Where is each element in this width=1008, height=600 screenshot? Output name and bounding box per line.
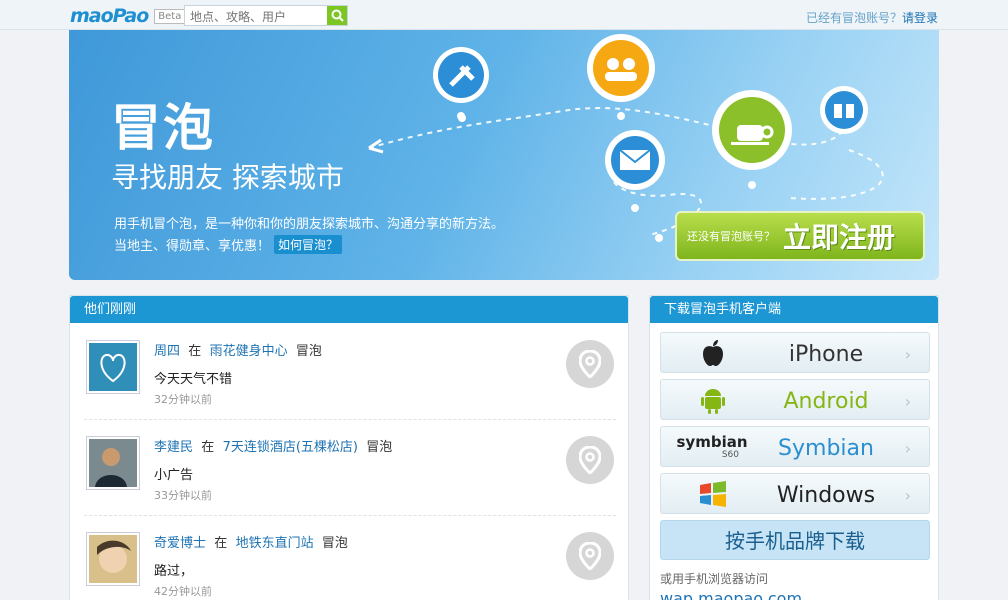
top-bar: maoPao Beta 已经有冒泡账号？请登录 <box>0 0 1008 30</box>
location-pin-icon[interactable] <box>566 436 614 484</box>
avatar[interactable] <box>86 436 140 490</box>
download-panel: 下载冒泡手机客户端 iPhone › Android › symbian S60… <box>649 295 939 600</box>
feed-user[interactable]: 李建民 <box>154 440 193 455</box>
feed-message: 路过， <box>154 564 194 579</box>
action-word: 冒泡 <box>295 344 322 359</box>
chevron-right-icon: › <box>904 392 911 411</box>
chevron-right-icon: › <box>904 439 911 458</box>
logo[interactable]: maoPao Beta <box>70 5 186 27</box>
chevron-right-icon: › <box>904 345 911 364</box>
login-prompt: 已经有冒泡账号？ <box>805 11 902 25</box>
location-pin-icon[interactable] <box>566 532 614 580</box>
feed-user[interactable]: 奇爱博士 <box>154 536 206 551</box>
how-to-link[interactable]: 如何冒泡？ <box>274 235 343 254</box>
feed-message: 小广告 <box>154 468 194 483</box>
feed-place[interactable]: 7天连锁酒店(五棵松店) <box>223 440 358 455</box>
feed-place[interactable]: 雨花健身中心 <box>210 344 288 359</box>
download-heading: 下载冒泡手机客户端 <box>650 296 938 323</box>
feed-line: 奇爱博士 在 地铁东直门站 冒泡 <box>154 532 348 551</box>
feed-item: 周四 在 雨花健身中心 冒泡 今天天气不错 32分钟以前 <box>84 324 616 420</box>
banner-description: 用手机冒个泡，是一种你和你的朋友探索城市、沟通分享的新方法。 <box>114 217 505 232</box>
feed-item: 奇爱博士 在 地铁东直门站 冒泡 路过， 42分钟以前 <box>84 516 616 600</box>
action-word: 冒泡 <box>321 536 348 551</box>
banner-title: 冒泡 <box>111 99 215 157</box>
wap-url-link[interactable]: wap.maopao.com <box>660 589 802 600</box>
search-box <box>184 5 348 27</box>
feed-message: 今天天气不错 <box>154 372 233 387</box>
feed-time: 42分钟以前 <box>154 585 212 598</box>
platform-label: Windows <box>776 483 876 508</box>
download-windows-button[interactable]: Windows › <box>660 473 930 514</box>
download-symbian-button[interactable]: symbian S60 Symbian › <box>660 426 930 467</box>
logo-text: maoPao <box>70 5 149 27</box>
download-android-button[interactable]: Android › <box>660 379 930 420</box>
hero-banner: 冒泡 寻找朋友 探索城市 用手机冒个泡，是一种你和你的朋友探索城市、沟通分享的新… <box>69 30 939 280</box>
feed-item: 李建民 在 7天连锁酒店(五棵松店) 冒泡 小广告 33分钟以前 <box>84 420 616 516</box>
windows-icon <box>693 481 733 507</box>
user-photo-icon <box>89 439 137 487</box>
in-word: 在 <box>188 344 202 359</box>
register-label: 立即注册 <box>783 221 896 254</box>
activity-feed-panel: 他们刚刚 周四 在 雨花健身中心 冒泡 今天天气不错 32分钟以前 李建民 在 … <box>69 295 629 600</box>
heart-avatar-icon <box>89 343 137 391</box>
in-word: 在 <box>214 536 228 551</box>
mail-icon <box>605 130 665 190</box>
search-button[interactable] <box>327 6 347 25</box>
feed-user[interactable]: 周四 <box>154 344 180 359</box>
register-button[interactable]: 还没有冒泡账号？ 立即注册 <box>675 211 925 261</box>
download-iphone-button[interactable]: iPhone › <box>660 332 930 373</box>
android-icon <box>693 387 733 414</box>
avatar[interactable] <box>86 340 140 394</box>
feed-time: 32分钟以前 <box>154 393 212 406</box>
beta-badge: Beta <box>154 8 186 24</box>
feed-place[interactable]: 地铁东直门站 <box>236 536 314 551</box>
platform-label: iPhone <box>788 342 864 367</box>
pushpin-icon <box>433 47 489 120</box>
chevron-right-icon: › <box>904 486 911 505</box>
wap-note: 或用手机浏览器访问 <box>660 572 769 586</box>
banner-perks: 当地主、得勋章、享优惠！ <box>114 239 271 254</box>
symbian-logo-sub: S60 <box>721 449 739 460</box>
download-by-brand-button[interactable]: 按手机品牌下载 <box>660 520 930 560</box>
search-input[interactable] <box>185 7 327 27</box>
platform-label: Android <box>783 389 869 414</box>
action-word: 冒泡 <box>366 440 393 455</box>
gift-icon <box>820 86 868 134</box>
platform-label: Symbian <box>778 436 874 461</box>
symbian-logo-text: symbian <box>676 432 748 451</box>
feed-line: 李建民 在 7天连锁酒店(五棵松店) 冒泡 <box>154 436 392 455</box>
avatar[interactable] <box>86 532 140 586</box>
symbian-icon: symbian S60 <box>676 432 748 460</box>
login-area: 已经有冒泡账号？请登录 <box>806 9 938 26</box>
register-prompt: 还没有冒泡账号？ <box>687 230 775 243</box>
feed-line: 周四 在 雨花健身中心 冒泡 <box>154 340 322 359</box>
banner-subtitle: 寻找朋友 探索城市 <box>111 161 344 194</box>
in-word: 在 <box>201 440 215 455</box>
feed-heading: 他们刚刚 <box>70 296 628 323</box>
location-pin-icon[interactable] <box>566 340 614 388</box>
banner-description-2: 当地主、得勋章、享优惠！ 如何冒泡？ <box>114 235 343 254</box>
apple-icon <box>693 340 733 366</box>
search-icon <box>331 9 344 22</box>
user-photo-icon <box>89 535 137 583</box>
feed-time: 33分钟以前 <box>154 489 212 502</box>
coffee-icon <box>712 90 792 189</box>
login-link[interactable]: 请登录 <box>902 11 938 25</box>
